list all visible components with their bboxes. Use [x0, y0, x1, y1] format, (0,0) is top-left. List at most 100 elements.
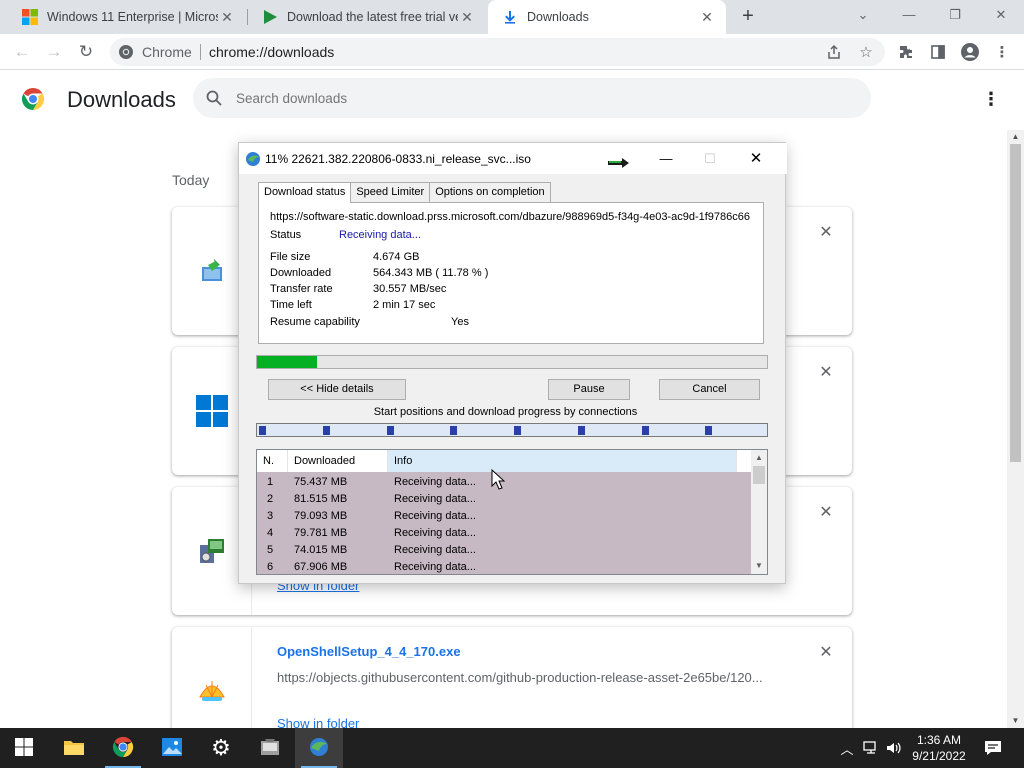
connection-progress-segment	[259, 426, 266, 435]
taskbar-file-explorer[interactable]	[50, 728, 98, 768]
cell-connection-number: 3	[267, 510, 274, 522]
idm-install-icon	[196, 255, 228, 287]
cell-info: Receiving data...	[394, 544, 476, 556]
notifications-icon[interactable]	[980, 728, 1006, 768]
taskbar-photos[interactable]	[148, 728, 196, 768]
tab-download-status[interactable]: Download status	[258, 182, 352, 203]
restore-button[interactable]: ❐	[932, 0, 978, 30]
cell-downloaded: 79.093 MB	[294, 510, 348, 522]
page-scrollbar[interactable]: ▲ ▼	[1007, 130, 1024, 728]
status-value: Receiving data...	[339, 229, 421, 241]
back-button[interactable]: ←	[9, 39, 35, 65]
tab-search-icon[interactable]: ⌄	[840, 0, 886, 30]
column-header-info[interactable]: Info	[388, 450, 737, 472]
column-header-downloaded[interactable]: Downloaded	[288, 450, 388, 472]
dialog-minimize-button[interactable]: —	[643, 143, 689, 174]
close-tab-icon[interactable]: ✕	[458, 8, 476, 26]
resume-capability-label: Resume capability	[270, 316, 360, 328]
tab-downloads[interactable]: Downloads ✕	[488, 0, 726, 34]
new-tab-button[interactable]: +	[736, 5, 760, 29]
cell-info: Receiving data...	[394, 493, 476, 505]
browser-toolbar: ← → ↻ Chrome chrome://downloads ☆ ⋮	[0, 34, 1024, 70]
scroll-down-arrow-icon[interactable]: ▼	[1007, 714, 1024, 728]
profile-avatar-icon[interactable]	[960, 42, 980, 62]
download-file-name[interactable]: OpenShellSetup_4_4_170.exe	[277, 644, 461, 659]
cell-info: Receiving data...	[394, 476, 476, 488]
open-shell-icon	[196, 675, 228, 707]
show-hidden-icons-chevron[interactable]: ︿	[838, 728, 856, 768]
omnibox-origin: Chrome	[142, 44, 192, 60]
tab-options-on-completion[interactable]: Options on completion	[429, 182, 551, 202]
chrome-logo-icon	[21, 87, 45, 111]
remove-download-icon[interactable]: ✕	[818, 645, 834, 661]
table-row[interactable]: 4 79.781 MB Receiving data...	[257, 525, 751, 542]
tab-windows-11-enterprise[interactable]: Windows 11 Enterprise | Microsoft Evalua…	[8, 0, 246, 34]
file-explorer-icon	[63, 738, 85, 759]
setup-installer-icon	[196, 535, 228, 567]
remove-download-icon[interactable]: ✕	[818, 225, 834, 241]
bookmark-star-icon[interactable]: ☆	[856, 42, 876, 62]
table-row[interactable]: 2 81.515 MB Receiving data...	[257, 491, 751, 508]
table-scroll-down-icon[interactable]: ▼	[751, 559, 767, 573]
start-icon	[15, 737, 33, 759]
idm-icon	[308, 736, 330, 761]
tab-label: Windows 11 Enterprise | Microsoft Evalua…	[47, 10, 218, 24]
volume-icon[interactable]	[884, 728, 904, 768]
remove-download-icon[interactable]: ✕	[818, 505, 834, 521]
taskbar-idm[interactable]	[295, 728, 343, 768]
table-row[interactable]: 5 74.015 MB Receiving data...	[257, 542, 751, 559]
table-scrollbar[interactable]: ▲ ▼	[751, 450, 767, 574]
network-icon[interactable]	[860, 728, 882, 768]
table-row[interactable]: 3 79.093 MB Receiving data...	[257, 508, 751, 525]
extensions-icon[interactable]	[896, 42, 916, 62]
column-header-number[interactable]: N.	[257, 450, 288, 472]
hide-details-button[interactable]: << Hide details	[268, 379, 406, 400]
pause-button[interactable]: Pause	[548, 379, 630, 400]
scrollbar-thumb[interactable]	[1010, 144, 1021, 462]
search-box[interactable]	[193, 78, 871, 118]
downloads-header: Downloads ⋮	[0, 70, 1024, 130]
table-row[interactable]: 6 67.906 MB Receiving data...	[257, 559, 751, 574]
connections-caption: Start positions and download progress by…	[373, 406, 638, 418]
search-input[interactable]	[236, 88, 836, 108]
dialog-titlebar: 11% 22621.382.220806-0833.ni_release_svc…	[239, 143, 787, 174]
connection-progress-segment	[578, 426, 585, 435]
start-button[interactable]	[0, 728, 48, 768]
dialog-title: 11% 22621.382.220806-0833.ni_release_svc…	[265, 152, 531, 166]
taskbar-settings[interactable]: ⚙	[197, 728, 245, 768]
cell-downloaded: 79.781 MB	[294, 527, 348, 539]
forward-button[interactable]: →	[41, 39, 67, 65]
remove-download-icon[interactable]: ✕	[818, 365, 834, 381]
page-title: Downloads	[67, 87, 176, 112]
share-icon[interactable]	[824, 42, 844, 62]
downloads-more-menu-icon[interactable]: ⋮	[982, 88, 1000, 110]
table-scroll-thumb[interactable]	[753, 466, 765, 484]
table-scroll-up-icon[interactable]: ▲	[751, 451, 767, 465]
side-panel-icon[interactable]	[928, 42, 948, 62]
chrome-menu-icon[interactable]: ⋮	[992, 42, 1012, 62]
search-icon	[205, 89, 223, 107]
download-progress-bar	[256, 355, 768, 369]
address-bar[interactable]: Chrome chrome://downloads	[110, 38, 885, 66]
cancel-button[interactable]: Cancel	[659, 379, 760, 400]
cell-info: Receiving data...	[394, 510, 476, 522]
tab-idm-download[interactable]: Download the latest free trial version o…	[248, 0, 486, 34]
progress-fill	[257, 356, 317, 368]
close-tab-icon[interactable]: ✕	[698, 8, 716, 26]
windows-taskbar: ⚙ ︿ 1:36 AM 9/21/2022	[0, 728, 1024, 768]
dialog-maximize-button: ☐	[704, 151, 716, 166]
reload-button[interactable]: ↻	[73, 39, 99, 65]
close-tab-icon[interactable]: ✕	[218, 8, 236, 26]
taskbar-clock[interactable]: 1:36 AM 9/21/2022	[904, 732, 974, 764]
close-window-button[interactable]: ✕	[978, 0, 1024, 30]
cell-downloaded: 75.437 MB	[294, 476, 348, 488]
mouse-pointer-icon	[491, 468, 506, 491]
minimize-button[interactable]: —	[886, 0, 932, 30]
taskbar-installer[interactable]	[246, 728, 294, 768]
taskbar-chrome[interactable]	[99, 728, 147, 768]
scroll-up-arrow-icon[interactable]: ▲	[1007, 130, 1024, 144]
cell-connection-number: 1	[267, 476, 274, 488]
connection-progress-segment	[323, 426, 330, 435]
dialog-close-button[interactable]: ✕	[733, 143, 779, 174]
tab-speed-limiter[interactable]: Speed Limiter	[350, 182, 431, 202]
